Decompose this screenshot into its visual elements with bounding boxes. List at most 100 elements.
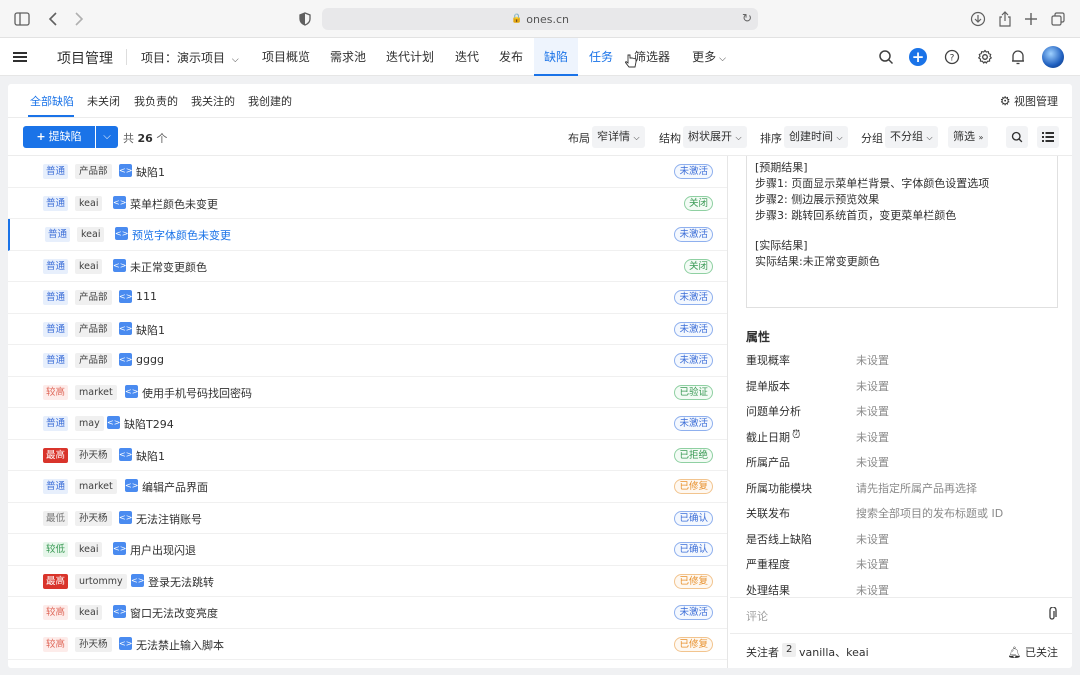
defect-title[interactable]: 111 xyxy=(136,290,157,303)
status-badge[interactable]: 关闭 xyxy=(683,258,713,274)
defect-title[interactable]: 缺陷1 xyxy=(136,448,165,464)
tab-overview[interactable]: 项目概览 xyxy=(256,38,316,76)
table-row[interactable]: 普通 keai <> 未正常变更颜色 关闭 xyxy=(8,251,727,282)
subtab-all-defects[interactable]: 全部缺陷 xyxy=(30,93,74,109)
list-view-button[interactable] xyxy=(1037,126,1059,148)
sort-select[interactable]: 创建时间 ⌵ xyxy=(784,126,848,148)
search-icon[interactable] xyxy=(876,47,896,67)
back-icon[interactable] xyxy=(43,9,63,29)
status-badge[interactable]: 未激活 xyxy=(674,416,713,431)
status-badge[interactable]: 已修复 xyxy=(674,479,713,494)
address-bar[interactable]: 🔒 ones.cn ↻ xyxy=(322,8,758,30)
watch-button[interactable]: 🔔︎ 已关注 xyxy=(1008,644,1058,660)
create-plus-icon[interactable]: + xyxy=(909,48,927,66)
gear-icon[interactable] xyxy=(975,47,995,67)
status-badge[interactable]: 已拒绝 xyxy=(674,447,713,463)
subtab-created-by-me[interactable]: 我创建的 xyxy=(248,93,292,109)
status-badge[interactable]: 已确认 xyxy=(674,542,713,557)
property-value[interactable]: 未设置 xyxy=(856,582,889,598)
tab-defects[interactable]: 缺陷 xyxy=(534,38,578,76)
status-badge[interactable]: 未激活 xyxy=(674,605,713,620)
create-defect-button[interactable]: + 提缺陷 xyxy=(23,126,95,148)
tab-requirements[interactable]: 需求池 xyxy=(323,38,373,76)
defect-title[interactable]: gggg xyxy=(136,353,164,366)
structure-select[interactable]: 树状展开 ⌵ xyxy=(683,126,747,148)
status-badge[interactable]: 未激活 xyxy=(674,290,713,305)
status-badge[interactable]: 已验证 xyxy=(674,384,713,400)
bell-icon[interactable] xyxy=(1008,47,1028,67)
avatar[interactable] xyxy=(1042,46,1064,68)
paperclip-icon[interactable] xyxy=(1046,606,1058,624)
reload-icon[interactable]: ↻ xyxy=(742,11,752,25)
status-badge[interactable]: 关闭 xyxy=(683,195,713,211)
subtab-assigned-to-me[interactable]: 我负责的 xyxy=(134,93,178,109)
download-icon[interactable] xyxy=(968,9,988,29)
property-value[interactable]: 未设置 xyxy=(856,429,889,445)
property-value[interactable]: 未设置 xyxy=(856,403,889,419)
property-value[interactable]: 请先指定所属产品再选择 xyxy=(856,480,977,496)
defect-title[interactable]: 使用手机号码找回密码 xyxy=(142,385,252,401)
tab-overview-icon[interactable] xyxy=(1048,9,1068,29)
privacy-shield-icon[interactable] xyxy=(295,9,315,29)
tab-iteration-plan[interactable]: 迭代计划 xyxy=(380,38,440,76)
status-badge[interactable]: 未激活 xyxy=(674,164,713,179)
watchers-names[interactable]: vanilla、keai xyxy=(799,644,869,660)
defect-title[interactable]: 窗口无法改变亮度 xyxy=(130,605,218,621)
defect-title[interactable]: 登录无法跳转 xyxy=(148,574,214,590)
comment-bar[interactable]: 评论 xyxy=(730,597,1072,633)
defect-title[interactable]: 预览字体颜色未变更 xyxy=(132,227,231,243)
table-row[interactable]: 较高 keai <> 窗口无法改变亮度 未激活 xyxy=(8,597,727,629)
table-row[interactable]: 普通 keai <> 菜单栏颜色未变更 关闭 xyxy=(8,188,727,219)
status-badge[interactable]: 已修复 xyxy=(674,573,713,589)
table-row[interactable]: 最高 孙天杨 <> 缺陷1 已拒绝 xyxy=(8,440,727,471)
menu-icon[interactable] xyxy=(13,52,27,62)
property-value[interactable]: 搜索全部项目的发布标题或 ID xyxy=(856,505,1003,521)
status-badge[interactable]: 已修复 xyxy=(674,636,713,652)
sidebar-toggle-icon[interactable] xyxy=(12,9,32,29)
table-row[interactable]: 普通 may <> 缺陷T294 未激活 xyxy=(8,408,727,440)
list-search-button[interactable] xyxy=(1006,126,1028,148)
status-badge[interactable]: 未激活 xyxy=(674,321,713,337)
defect-title[interactable]: 菜单栏颜色未变更 xyxy=(130,196,218,212)
help-icon[interactable]: ? xyxy=(942,47,962,67)
table-row[interactable]: 普通 产品部 <> 缺陷1 未激活 xyxy=(8,156,727,188)
property-value[interactable]: 未设置 xyxy=(856,531,889,547)
table-row[interactable]: 最低 孙天杨 <> 无法注销账号 已确认 xyxy=(8,503,727,534)
group-select[interactable]: 不分组 ⌵ xyxy=(885,126,938,148)
tab-releases[interactable]: 发布 xyxy=(492,38,530,76)
property-value[interactable]: 未设置 xyxy=(856,454,889,470)
subtab-watched[interactable]: 我关注的 xyxy=(191,93,235,109)
defect-title[interactable]: 用户出现闪退 xyxy=(130,542,196,558)
status-badge[interactable]: 未激活 xyxy=(674,353,713,368)
table-row[interactable]: 普通 产品部 <> 111 未激活 xyxy=(8,282,727,314)
layout-select[interactable]: 窄详情 ⌵ xyxy=(592,126,645,148)
table-row[interactable]: 普通 产品部 <> 缺陷1 未激活 xyxy=(8,314,727,345)
table-row[interactable]: 普通 keai <> 预览字体颜色未变更 未激活 xyxy=(8,219,727,251)
property-value[interactable]: 未设置 xyxy=(856,352,889,368)
filter-button[interactable]: 筛选 » xyxy=(948,126,989,148)
tab-iterations[interactable]: 迭代 xyxy=(448,38,486,76)
table-row[interactable]: 较高 孙天杨 <> 无法禁止输入脚本 已修复 xyxy=(8,629,727,660)
property-value[interactable]: 未设置 xyxy=(856,556,889,572)
share-icon[interactable] xyxy=(995,9,1015,29)
view-management-button[interactable]: ⚙ 视图管理 xyxy=(1000,93,1058,109)
defect-title[interactable]: 无法禁止输入脚本 xyxy=(136,637,224,653)
defect-title[interactable]: 无法注销账号 xyxy=(136,511,202,527)
subtab-open[interactable]: 未关闭 xyxy=(87,93,120,109)
table-row[interactable]: 最高 urtommy <> 登录无法跳转 已修复 xyxy=(8,566,727,597)
defect-title[interactable]: 缺陷T294 xyxy=(124,416,174,432)
forward-icon[interactable] xyxy=(69,9,89,29)
defect-title[interactable]: 缺陷1 xyxy=(136,164,165,180)
status-badge[interactable]: 已确认 xyxy=(674,510,713,526)
table-row[interactable]: 普通 产品部 <> gggg 未激活 xyxy=(8,345,727,377)
status-badge[interactable]: 未激活 xyxy=(674,227,713,242)
defect-title[interactable]: 缺陷1 xyxy=(136,322,165,338)
defect-title[interactable]: 未正常变更颜色 xyxy=(130,259,207,275)
tab-more[interactable]: 更多 ⌵ xyxy=(684,38,734,76)
project-selector[interactable]: 项目：演示项目 ⌵ xyxy=(141,49,239,66)
description-box[interactable]: [预期结果] 步骤1: 页面显示菜单栏背景、字体颜色设置选项 步骤2: 侧边展示预览… xyxy=(746,156,1058,308)
comment-input[interactable]: 评论 xyxy=(746,608,768,624)
property-value[interactable]: 未设置 xyxy=(856,378,889,394)
table-row[interactable]: 较低 keai <> 用户出现闪退 已确认 xyxy=(8,534,727,566)
create-dropdown-button[interactable]: ⌵ xyxy=(96,126,118,148)
